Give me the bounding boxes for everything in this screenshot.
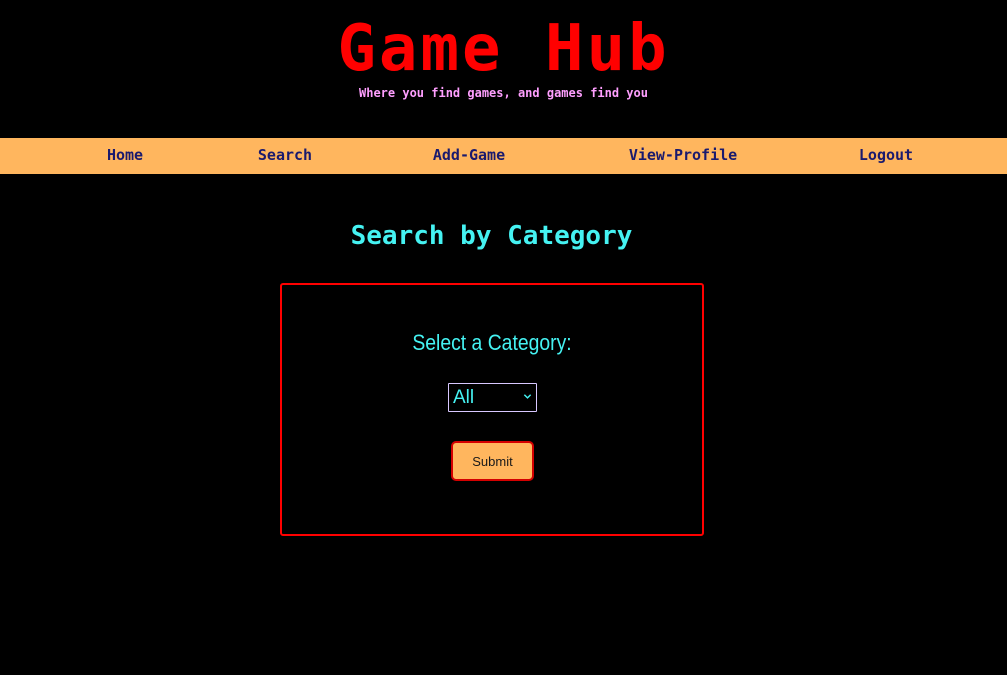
site-tagline: Where you find games, and games find you: [359, 86, 648, 100]
site-title: Game Hub: [337, 12, 670, 86]
site-header: Game Hub Where you find games, and games…: [0, 0, 1007, 138]
page-heading: Search by Category: [350, 221, 633, 251]
chevron-down-icon: [523, 394, 532, 399]
nav-logout-link[interactable]: Logout: [859, 138, 913, 174]
nav-add-game-link[interactable]: Add-Game: [433, 138, 505, 174]
nav-search-link[interactable]: Search: [258, 138, 312, 174]
nav-home-link[interactable]: Home: [107, 138, 143, 174]
category-select-value: All: [453, 387, 475, 408]
nav-view-profile-link[interactable]: View-Profile: [629, 138, 737, 174]
category-select[interactable]: All: [448, 383, 537, 412]
submit-button[interactable]: Submit: [451, 441, 534, 481]
category-label: Select a Category:: [412, 330, 572, 355]
nav-bar: Home Search Add-Game View-Profile Logout: [0, 138, 1007, 174]
search-form-panel: Select a Category: All Submit: [280, 283, 704, 536]
